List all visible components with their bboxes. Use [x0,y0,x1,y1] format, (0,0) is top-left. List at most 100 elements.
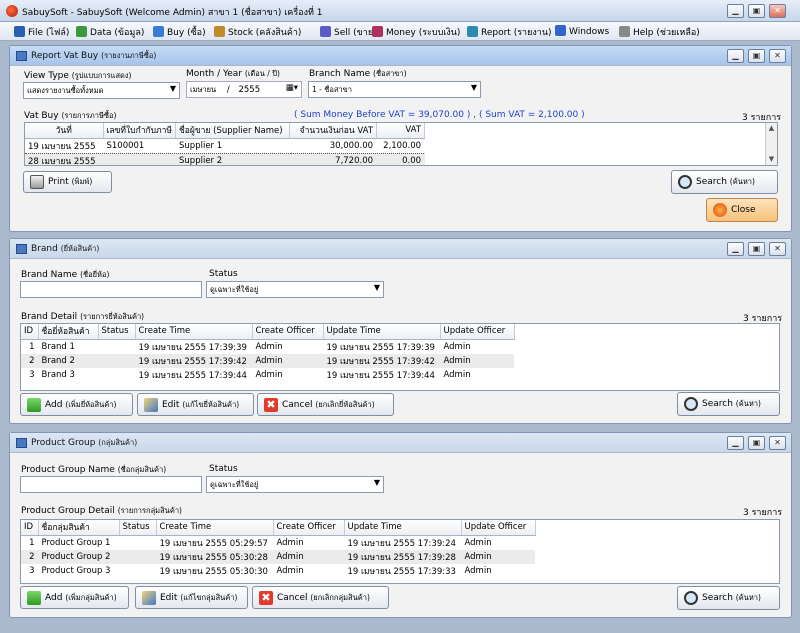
col-create-time[interactable]: Create Time [156,520,274,536]
edit-group-button[interactable]: Edit (แก้ไขกลุ่มสินค้า) [135,586,248,609]
report-close-window-button[interactable]: ✕ [769,49,786,63]
menu-report[interactable]: Report (รายงาน) [467,25,551,39]
col-status[interactable]: Status [119,520,157,536]
brand-status-select[interactable]: ดูเฉพาะที่ใช้อยู่ ▼ [206,281,384,298]
group-name-input[interactable] [20,476,202,493]
col-id[interactable]: ID [21,324,39,340]
help-icon [619,26,630,37]
table-row[interactable]: 28 เมษายน 2555 Supplier 2 7,720.00 0.00 [25,153,425,165]
file-icon [14,26,25,37]
menu-money[interactable]: Money (ระบบเงิน) [372,25,460,39]
col-brand-name[interactable]: ชื่อยี่ห้อสินค้า [38,324,99,340]
group-close-window-button[interactable]: ✕ [769,436,786,450]
brand-search-button[interactable]: Search (ค้นหา) [677,392,780,416]
col-create-officer[interactable]: Create Officer [252,324,324,340]
group-window-title-bar: Product Group (กลุ่มสินค้า) ▁ ▣ ✕ [10,433,791,453]
brand-grid[interactable]: ID ชื่อยี่ห้อสินค้า Status Create Time C… [20,323,780,391]
restore-button[interactable]: ▣ [748,4,765,18]
printer-icon [30,175,44,189]
close-app-button[interactable]: ✕ [769,4,786,18]
menu-data[interactable]: Data (ข้อมูล) [76,25,144,39]
brand-name-input[interactable] [20,281,202,298]
report-search-button[interactable]: Search (ค้นหา) [671,170,778,194]
print-button[interactable]: Print (พิมพ์) [23,171,112,193]
brand-close-window-button[interactable]: ✕ [769,242,786,256]
col-id[interactable]: ID [21,520,39,536]
edit-brand-button[interactable]: Edit (แก้ไขยี่ห้อสินค้า) [137,393,254,416]
brand-window-title-bar: Brand (ยี่ห้อสินค้า) ▁ ▣ ✕ [10,239,791,259]
table-row[interactable]: 3 Product Group 3 19 เมษายน 2555 05:30:30 A… [21,564,535,578]
menu-bar: File (ไฟล์) Data (ข้อมูล) Buy (ซื้อ) Stock … [0,22,800,41]
vat-buy-grid[interactable]: วันที่ เลขที่ใบกำกับภาษี ชื่อผู้ขาย (Sup… [24,122,778,166]
pencil-icon [144,397,158,412]
col-tax-invoice[interactable]: เลขที่ใบกำกับภาษี [103,123,177,139]
add-group-button[interactable]: Add (เพิ่มกลุ่มสินค้า) [20,586,129,609]
branch-select[interactable]: 1 - ชื่อสาขา ▼ [308,81,481,98]
group-restore-button[interactable]: ▣ [748,436,765,450]
magnifier-icon [684,591,698,605]
close-report-button[interactable]: Close [706,198,778,222]
table-row[interactable]: 1 Brand 1 19 เมษายน 2555 17:39:39 Admin 19 เ… [21,339,514,354]
col-group-name[interactable]: ชื่อกลุ่มสินค้า [38,520,120,536]
data-icon [76,26,87,37]
report-window-title-bar: Report Vat Buy (รายงานภาษีซื้อ) ▁ ▣ ✕ [10,46,791,66]
menu-windows[interactable]: Windows [555,25,609,37]
col-create-time[interactable]: Create Time [135,324,253,340]
col-date[interactable]: วันที่ [25,123,104,139]
view-type-select[interactable]: แสดงรายงานซื้อทั้งหมด ▼ [23,82,180,99]
table-row[interactable]: 1 Product Group 1 19 เมษายน 2555 05:29:57 A… [21,535,535,550]
col-create-officer[interactable]: Create Officer [273,520,345,536]
table-row[interactable]: 19 เมษายน 2555 S100001 Supplier 1 30,000.00… [25,137,425,154]
group-search-button[interactable]: Search (ค้นหา) [677,586,780,610]
chevron-down-icon: ▼ [373,283,380,292]
table-row[interactable]: 3 Brand 3 19 เมษายน 2555 17:39:44 Admin 19 เ… [21,368,514,382]
vertical-scrollbar[interactable]: ▲ ▼ [765,123,777,165]
col-update-officer[interactable]: Update Officer [440,324,515,340]
scroll-down-icon: ▼ [768,155,775,163]
col-update-time[interactable]: Update Time [323,324,441,340]
pencil-icon [142,590,156,605]
group-table: ID ชื่อกลุ่มสินค้า Status Create Time Cr… [21,520,536,578]
branch-name-label: Branch Name (ชื่อสาขา) [309,69,407,79]
cancel-group-button[interactable]: ✖ Cancel (ยกเลิกกลุ่มสินค้า) [252,586,389,609]
minimize-button[interactable]: ▁ [727,4,744,18]
brand-minimize-button[interactable]: ▁ [727,242,744,256]
col-status[interactable]: Status [98,324,136,340]
month-year-picker[interactable]: เมษายน / 2555 ▦▾ [186,81,302,98]
month-year-label: Month / Year (เดือน / ปี) [186,69,280,79]
product-group-window: Product Group (กลุ่มสินค้า) ▁ ▣ ✕ Produc… [9,432,792,618]
col-amount-before-vat[interactable]: จำนวนเงินก่อน VAT [289,123,378,139]
report-restore-button[interactable]: ▣ [748,49,765,63]
group-grid[interactable]: ID ชื่อกลุ่มสินค้า Status Create Time Cr… [20,519,780,584]
col-vat[interactable]: VAT [376,123,426,139]
vat-buy-list-label: Vat Buy (รายการภาษีซื้อ) [24,111,117,121]
table-row[interactable]: 2 Product Group 2 19 เมษายน 2555 05:30:28 A… [21,549,535,564]
report-vat-buy-window: Report Vat Buy (รายงานภาษีซื้อ) ▁ ▣ ✕ Vi… [9,45,792,232]
window-icon [16,438,27,448]
x-icon: ✖ [259,590,273,605]
menu-file[interactable]: File (ไฟล์) [14,25,69,39]
add-brand-button[interactable]: Add (เพิ่มยี่ห้อสินค้า) [20,393,133,416]
menu-buy[interactable]: Buy (ซื้อ) [153,25,206,39]
brand-detail-label: Brand Detail (รายการยี่ห้อสินค้า) [21,312,145,322]
group-record-count: 3 รายการ [743,508,783,518]
group-detail-label: Product Group Detail (รายการกลุ่มสินค้า) [21,506,182,516]
table-row[interactable]: 2 Brand 2 19 เมษายน 2555 17:39:42 Admin 19 เ… [21,353,514,368]
menu-help[interactable]: Help (ช่วยเหลือ) [619,25,700,39]
cancel-brand-button[interactable]: ✖ Cancel (ยกเลิกยี่ห้อสินค้า) [257,393,394,416]
group-window-title: Product Group [31,438,96,448]
group-window-title-thai: (กลุ่มสินค้า) [98,438,138,447]
group-status-label: Status [209,464,238,474]
brand-restore-button[interactable]: ▣ [748,242,765,256]
month-value: เมษายน [190,85,217,94]
menu-stock[interactable]: Stock (คลังสินค้า) [214,25,301,39]
power-icon [713,203,727,217]
col-update-officer[interactable]: Update Officer [461,520,536,536]
col-update-time[interactable]: Update Time [344,520,462,536]
group-minimize-button[interactable]: ▁ [727,436,744,450]
menu-sell[interactable]: Sell (ขาย) [320,25,377,39]
col-supplier[interactable]: ชื่อผู้ขาย (Supplier Name) [175,123,291,139]
vat-buy-table: วันที่ เลขที่ใบกำกับภาษี ชื่อผู้ขาย (Sup… [25,123,426,165]
group-status-select[interactable]: ดูเฉพาะที่ใช้อยู่ ▼ [206,476,384,493]
report-minimize-button[interactable]: ▁ [727,49,744,63]
